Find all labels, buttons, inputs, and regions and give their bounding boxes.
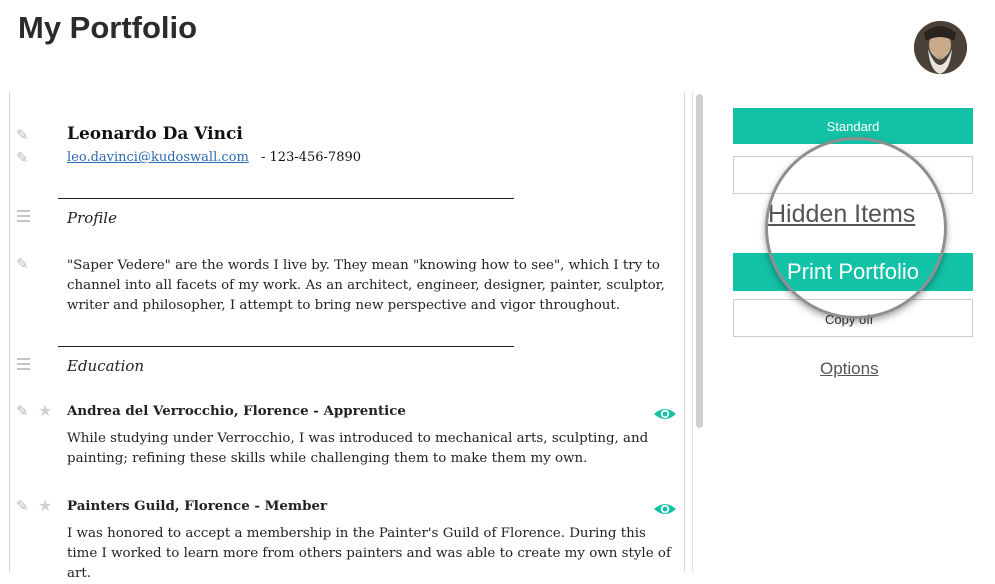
resume-name: Leonardo Da Vinci: [67, 124, 243, 144]
section-divider: [58, 198, 514, 199]
education-entry-title: Andrea del Verrocchio, Florence - Appren…: [67, 403, 406, 419]
premium-label: remium: [824, 157, 891, 163]
drag-handle-icon[interactable]: [17, 210, 30, 225]
page-title: My Portfolio: [18, 10, 198, 45]
edit-entry-pencil-icon[interactable]: ✎: [16, 498, 29, 514]
scrollbar-thumb[interactable]: [696, 94, 703, 428]
copy-off-label: Copy off: [825, 312, 874, 327]
education-entry-text: I was honored to accept a membership in …: [67, 526, 671, 581]
star-icon[interactable]: ★: [38, 403, 52, 419]
visibility-eye-icon[interactable]: [653, 406, 677, 422]
copy-off-button[interactable]: Copy off: [733, 299, 973, 337]
avatar[interactable]: [914, 21, 967, 74]
edit-contact-pencil-icon[interactable]: ✎: [16, 150, 29, 166]
standard-template-button[interactable]: Standard: [733, 108, 973, 144]
email-link[interactable]: leo.davinci@kudoswall.com: [67, 150, 249, 165]
section-divider: [58, 346, 514, 347]
profile-text: "Saper Vedere" are the words I live by. …: [67, 258, 665, 313]
star-icon[interactable]: ★: [38, 498, 52, 514]
phone-number: - 123-456-7890: [261, 150, 362, 165]
visibility-eye-icon[interactable]: [653, 501, 677, 517]
hidden-items-link[interactable]: Hidden Items: [768, 200, 915, 229]
profile-heading: Profile: [67, 209, 117, 227]
print-portfolio-button[interactable]: Print Portfolio: [733, 253, 973, 291]
edit-name-pencil-icon[interactable]: ✎: [16, 127, 29, 143]
education-entry-text: While studying under Verrocchio, I was i…: [67, 431, 649, 466]
portrait-avatar-icon: [914, 21, 967, 74]
edit-entry-pencil-icon[interactable]: ✎: [16, 403, 29, 419]
education-heading: Education: [67, 357, 145, 375]
options-link[interactable]: Options: [820, 359, 879, 379]
drag-handle-icon[interactable]: [17, 358, 30, 373]
edit-profile-pencil-icon[interactable]: ✎: [16, 256, 29, 272]
premium-template-button[interactable]: remium: [733, 156, 973, 194]
education-entry-title: Painters Guild, Florence - Member: [67, 498, 328, 514]
document-scrollbar[interactable]: [692, 92, 707, 572]
